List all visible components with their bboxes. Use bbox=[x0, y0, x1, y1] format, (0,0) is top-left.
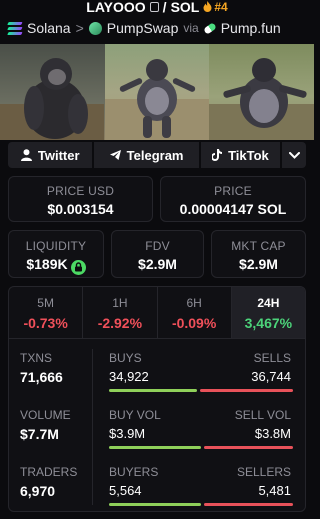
sellers-value: 5,481 bbox=[258, 483, 291, 498]
tab-1h[interactable]: 1H -2.92% bbox=[83, 287, 158, 338]
traders-label: TRADERS bbox=[20, 465, 78, 479]
pill-icon bbox=[202, 21, 217, 35]
more-links-button[interactable] bbox=[282, 142, 306, 168]
sells-bar bbox=[200, 389, 293, 392]
pair-separator: / bbox=[162, 0, 167, 15]
user-icon bbox=[20, 149, 32, 161]
solana-icon bbox=[7, 22, 23, 34]
tab-24h[interactable]: 24H 3,467% bbox=[231, 287, 305, 338]
stats-divider bbox=[92, 349, 93, 505]
chain-name[interactable]: Solana bbox=[27, 20, 71, 36]
rank-value: #4 bbox=[214, 0, 228, 14]
price-native-label: PRICE bbox=[214, 184, 252, 198]
liquidity-value-row: $189K bbox=[9, 256, 103, 275]
pair-quote: SOL bbox=[170, 0, 200, 15]
buys-label: BUYS bbox=[109, 351, 142, 365]
chevron-down-icon bbox=[288, 151, 300, 159]
tab-label: 6H bbox=[186, 296, 202, 310]
twitter-button[interactable]: Twitter bbox=[8, 142, 93, 168]
breadcrumb-chevron: > bbox=[75, 20, 84, 36]
timeframe-tabs: 5M -0.73% 1H -2.92% 6H -0.09% 24H 3,467% bbox=[9, 287, 305, 339]
token-banner-image bbox=[0, 44, 314, 140]
buys-bar bbox=[109, 389, 197, 392]
buy-vol-bar bbox=[109, 446, 201, 449]
liquidity-value: $189K bbox=[26, 256, 68, 272]
telegram-button[interactable]: Telegram bbox=[94, 142, 199, 168]
liquidity-label: LIQUIDITY bbox=[25, 239, 87, 253]
mcap-card: MKT CAP $2.9M bbox=[211, 230, 306, 278]
volume-value: $7.7M bbox=[20, 426, 59, 442]
chain-breadcrumb: Solana > PumpSwap via Pump.fun bbox=[7, 18, 308, 38]
fdv-value: $2.9M bbox=[138, 256, 177, 272]
txns-label: TXNS bbox=[20, 351, 53, 365]
via-label: via bbox=[183, 21, 199, 35]
tab-5m[interactable]: 5M -0.73% bbox=[9, 287, 84, 338]
price-usd-label: PRICE USD bbox=[46, 184, 115, 198]
banner-frame bbox=[104, 44, 210, 140]
banner-frame bbox=[0, 44, 105, 140]
sells-value: 36,744 bbox=[251, 369, 291, 384]
pair-title: LAYOOO / SOL #4 bbox=[0, 0, 314, 15]
tab-label: 5M bbox=[37, 296, 54, 310]
buyers-value: 5,564 bbox=[109, 483, 142, 498]
sellers-bar bbox=[204, 503, 293, 506]
banner-frame bbox=[209, 44, 314, 140]
fdv-card: FDV $2.9M bbox=[111, 230, 204, 278]
telegram-label: Telegram bbox=[126, 147, 184, 163]
lock-icon[interactable] bbox=[70, 259, 86, 275]
tab-change: 3,467% bbox=[244, 315, 293, 331]
buy-vol-label: BUY VOL bbox=[109, 408, 161, 422]
buyers-label: BUYERS bbox=[109, 465, 159, 479]
tiktok-icon bbox=[212, 149, 223, 161]
tab-6h[interactable]: 6H -0.09% bbox=[158, 287, 232, 338]
volume-label: VOLUME bbox=[20, 408, 71, 422]
sell-vol-label: SELL VOL bbox=[234, 408, 291, 422]
telegram-icon bbox=[109, 150, 121, 160]
sells-label: SELLS bbox=[253, 351, 291, 365]
sell-vol-value: $3.8M bbox=[254, 426, 291, 441]
tiktok-button[interactable]: TikTok bbox=[200, 142, 281, 168]
traders-value: 6,970 bbox=[20, 483, 56, 499]
fdv-label: FDV bbox=[145, 239, 170, 253]
dex-name[interactable]: PumpSwap bbox=[107, 20, 179, 36]
launchpad-name[interactable]: Pump.fun bbox=[221, 20, 281, 36]
sellers-label: SELLERS bbox=[236, 465, 291, 479]
copy-icon[interactable] bbox=[149, 1, 159, 12]
tab-change: -0.73% bbox=[23, 315, 68, 331]
buys-value: 34,922 bbox=[109, 369, 149, 384]
buyers-bar bbox=[109, 503, 201, 506]
token-header: LAYOOO / SOL #4 Solana > PumpSwap via Pu… bbox=[0, 0, 314, 44]
tab-change: -2.92% bbox=[97, 315, 143, 331]
rank-badge[interactable]: #4 bbox=[203, 0, 228, 14]
social-links: Twitter Telegram TikTok bbox=[8, 142, 306, 168]
trade-stats-panel: 5M -0.73% 1H -2.92% 6H -0.09% 24H 3,467%… bbox=[8, 286, 306, 512]
price-usd-value: $0.003154 bbox=[47, 201, 114, 217]
liquidity-card: LIQUIDITY $189K bbox=[8, 230, 104, 278]
mcap-label: MKT CAP bbox=[231, 239, 286, 253]
sell-vol-bar bbox=[204, 446, 293, 449]
tab-label: 24H bbox=[257, 296, 280, 310]
txns-value: 71,666 bbox=[20, 369, 63, 385]
tab-change: -0.09% bbox=[171, 315, 217, 331]
tab-label: 1H bbox=[112, 296, 128, 310]
mcap-value: $2.9M bbox=[239, 256, 278, 272]
pair-base: LAYOOO bbox=[86, 0, 146, 15]
price-native-card: PRICE 0.00004147 SOL bbox=[160, 176, 306, 222]
buy-vol-value: $3.9M bbox=[109, 426, 146, 441]
price-usd-card: PRICE USD $0.003154 bbox=[8, 176, 153, 222]
price-native-value: 0.00004147 SOL bbox=[179, 201, 287, 217]
tiktok-label: TikTok bbox=[228, 147, 269, 163]
pumpswap-icon bbox=[88, 21, 102, 35]
flame-icon bbox=[203, 1, 212, 12]
twitter-label: Twitter bbox=[37, 147, 80, 163]
